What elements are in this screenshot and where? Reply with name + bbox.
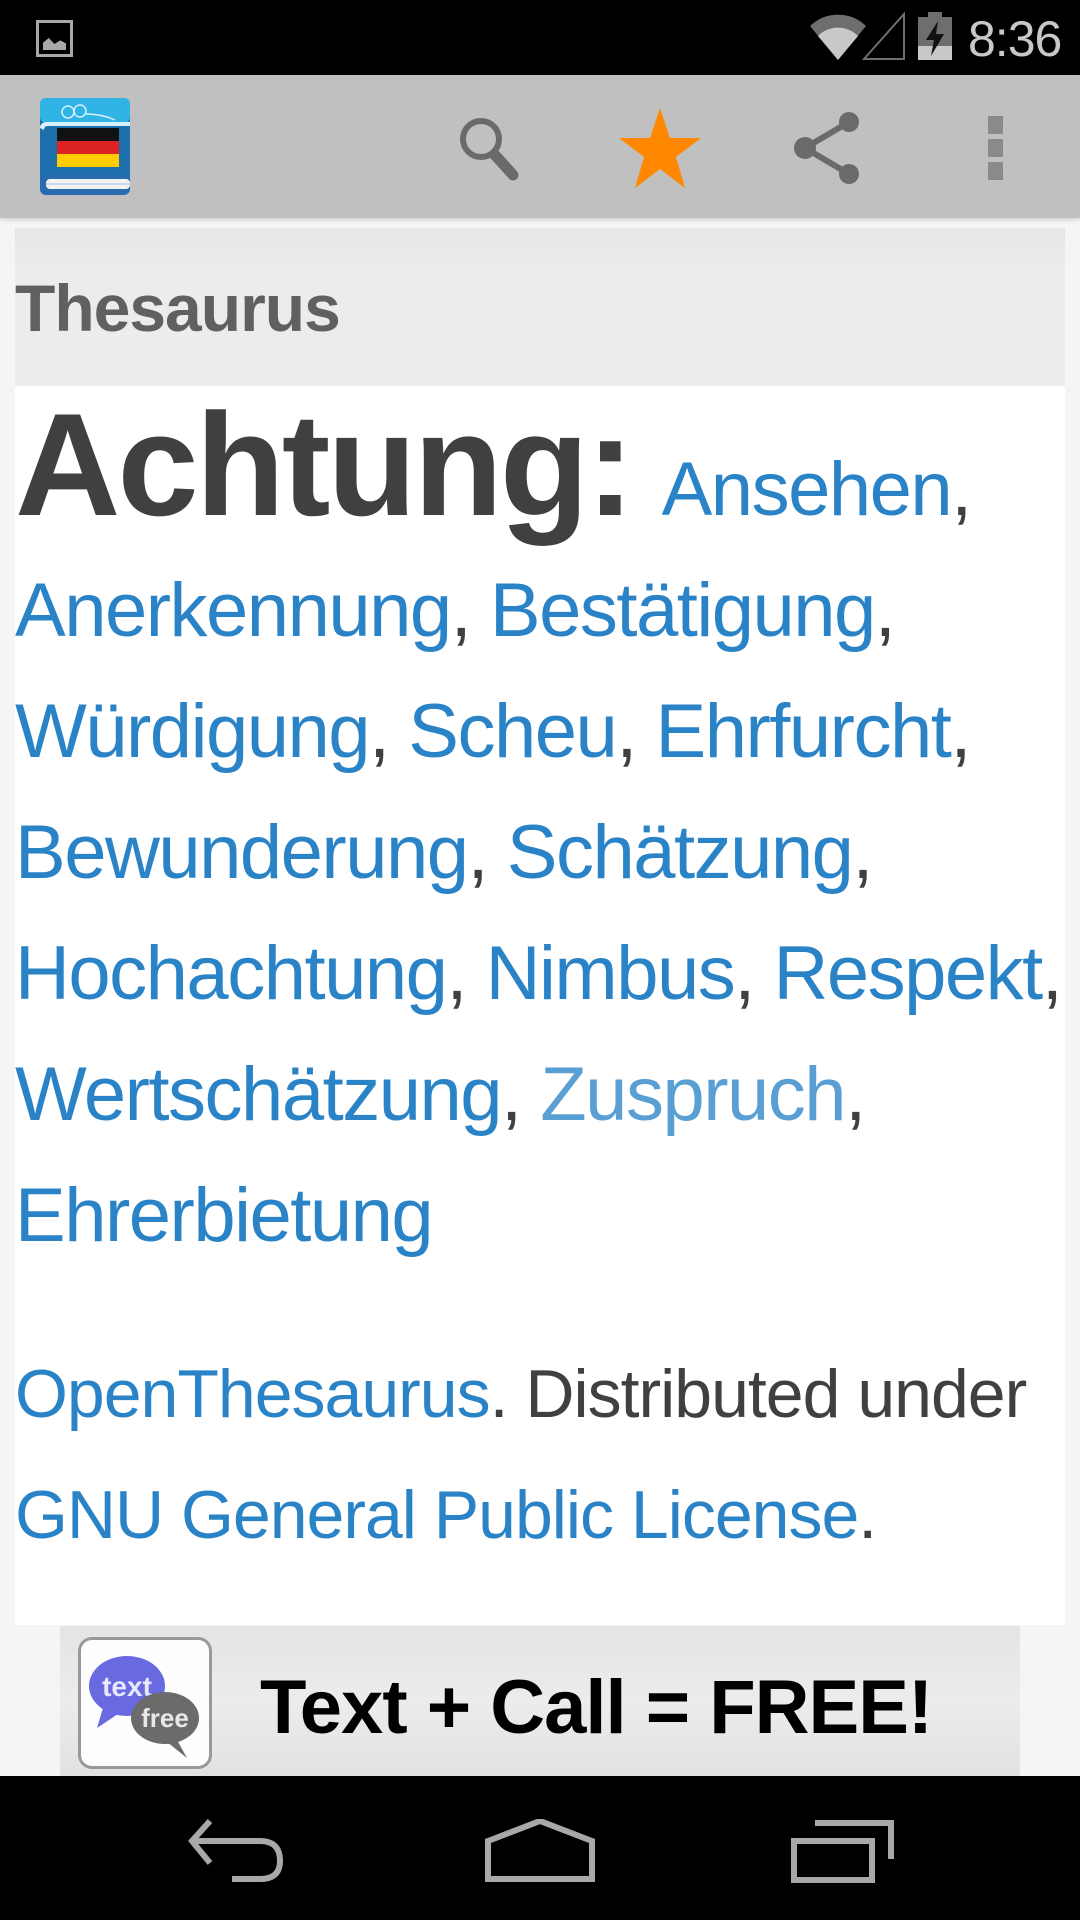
- back-icon: [188, 1819, 284, 1882]
- attribution-text: . Distributed under: [489, 1356, 1028, 1432]
- action-bar: [0, 75, 1080, 218]
- ad-banner[interactable]: text free Text + Call = FREE!: [60, 1626, 1020, 1776]
- synonym-link[interactable]: Zuspruch: [540, 1052, 846, 1137]
- synonym-separator: ,: [852, 810, 873, 895]
- recents-icon: [791, 1820, 894, 1883]
- home-icon: [485, 1819, 595, 1882]
- synonym-separator: ,: [467, 810, 507, 895]
- synonym-link[interactable]: Bewunderung: [15, 810, 469, 895]
- synonym-link[interactable]: Würdigung: [15, 689, 371, 774]
- search-button[interactable]: [445, 103, 535, 193]
- attribution-end: .: [858, 1477, 877, 1553]
- share-button[interactable]: [783, 103, 873, 193]
- svg-text:free: free: [141, 1703, 189, 1733]
- synonym-separator: ,: [874, 568, 896, 653]
- textfree-app-icon: text free: [78, 1637, 212, 1769]
- synonym-separator: ,: [616, 689, 656, 774]
- synonym-link[interactable]: Wertschätzung: [15, 1052, 503, 1137]
- back-button[interactable]: [170, 1806, 310, 1896]
- wifi-icon: [810, 14, 866, 60]
- battery-charging-icon: [918, 12, 952, 60]
- share-icon: [794, 112, 859, 184]
- synonym-link[interactable]: Anerkennung: [15, 568, 452, 653]
- synonym-link[interactable]: Schätzung: [507, 810, 854, 895]
- synonym-separator: ,: [734, 931, 774, 1016]
- synonym-separator: ,: [951, 447, 972, 532]
- head-word: Achtung:: [15, 383, 635, 546]
- synonym-link[interactable]: Scheu: [408, 689, 618, 774]
- overflow-menu-button[interactable]: [951, 103, 1041, 193]
- search-icon: [460, 118, 519, 181]
- card-header: Thesaurus: [15, 228, 1065, 386]
- navigation-bar: [0, 1776, 1080, 1920]
- recents-button[interactable]: [773, 1806, 913, 1896]
- synonym-separator: ,: [950, 689, 971, 774]
- synonym-separator: ,: [450, 568, 490, 653]
- german-thesaurus-book-icon[interactable]: [40, 98, 130, 195]
- chat-bubbles-icon: text free: [89, 1656, 199, 1758]
- ad-headline: Text + Call = FREE!: [260, 1665, 933, 1750]
- synonym-link[interactable]: Ehrfurcht: [656, 689, 952, 774]
- synonym-link[interactable]: Hochachtung: [15, 931, 448, 1016]
- synonym-separator: ,: [501, 1052, 541, 1137]
- synonym-link[interactable]: Respekt: [773, 931, 1043, 1016]
- favorite-button[interactable]: [615, 103, 705, 193]
- synonym-list: Ansehen, Anerkennung, Bestätigung, Würdi…: [15, 447, 1063, 1258]
- card-title: Thesaurus: [15, 271, 341, 345]
- clock: 8:36: [968, 11, 1062, 67]
- synonym-link[interactable]: Ehrerbietung: [15, 1173, 434, 1258]
- synonym-link[interactable]: Ansehen: [662, 447, 953, 532]
- overflow-menu-icon: [988, 116, 1003, 180]
- cell-signal-icon: [862, 12, 905, 60]
- home-button[interactable]: [470, 1806, 610, 1896]
- gallery-notification-icon: [36, 20, 73, 57]
- synonym-separator: ,: [369, 689, 409, 774]
- opentheasaurus-link[interactable]: OpenThesaurus: [15, 1356, 491, 1432]
- thesaurus-entry: Achtung: Ansehen, Anerkennung, Bestätigun…: [15, 392, 1065, 1276]
- license-link[interactable]: GNU General Public License: [15, 1477, 859, 1553]
- status-bar: 8:36: [0, 0, 1080, 75]
- synonym-separator: ,: [1041, 931, 1063, 1016]
- synonym-link[interactable]: Nimbus: [486, 931, 736, 1016]
- thesaurus-card: Thesaurus Achtung: Ansehen, Anerkennung, …: [15, 228, 1065, 1625]
- attribution: OpenThesaurus. Distributed under GNU Gen…: [15, 1334, 1065, 1576]
- star-icon: [619, 108, 701, 188]
- synonym-separator: ,: [446, 931, 486, 1016]
- synonym-link[interactable]: Bestätigung: [490, 568, 876, 653]
- synonym-separator: ,: [845, 1052, 866, 1137]
